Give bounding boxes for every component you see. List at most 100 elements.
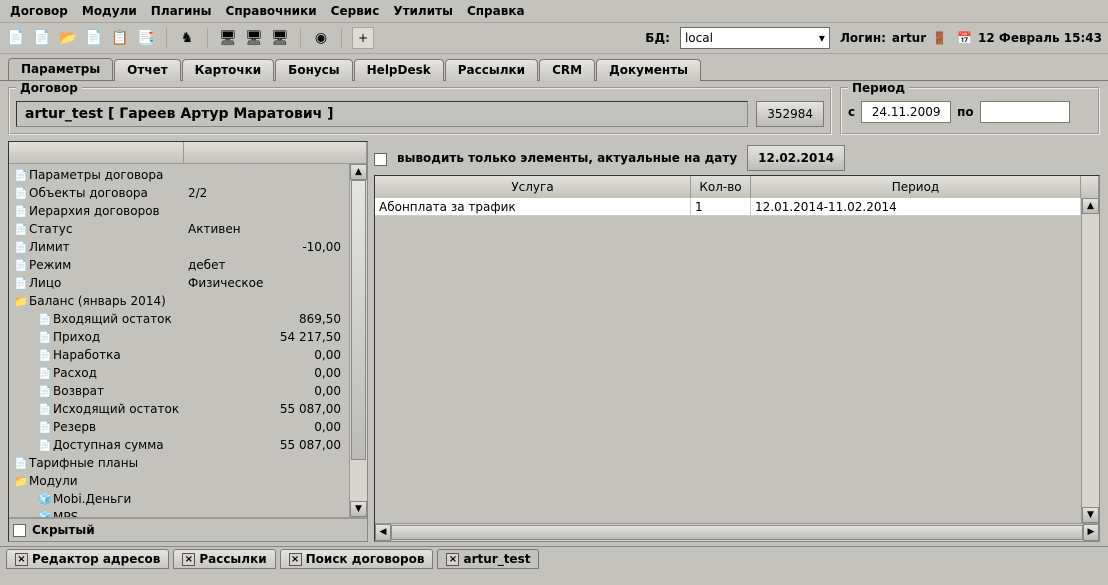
tab-bonuses[interactable]: Бонусы xyxy=(275,59,352,81)
contract-id-button[interactable]: 352984 xyxy=(756,101,824,127)
tree-node-icon: 📄 xyxy=(13,205,29,218)
menu-item[interactable]: Утилиты xyxy=(393,4,453,18)
grid-horizontal-scrollbar[interactable]: ◀ ▶ xyxy=(375,523,1099,541)
filter-checkbox[interactable] xyxy=(374,153,387,166)
grid-vertical-scrollbar[interactable]: ▲ ▼ xyxy=(1081,198,1099,523)
tree-node-icon: 📄 xyxy=(37,331,53,344)
tree-row[interactable]: 📄Наработка0,00 xyxy=(9,346,349,364)
tree-row[interactable]: 📄Параметры договора xyxy=(9,166,349,184)
period-from-input[interactable] xyxy=(861,101,951,123)
tree-row[interactable]: 📄Тарифные планы xyxy=(9,454,349,472)
grid-header-period[interactable]: Период xyxy=(751,176,1081,198)
tree-row[interactable]: 📄Иерархия договоров xyxy=(9,202,349,220)
tree-node-label: Доступная сумма xyxy=(53,438,184,452)
bottom-tab-artur[interactable]: × artur_test xyxy=(437,549,539,569)
menu-item[interactable]: Справочники xyxy=(226,4,317,18)
tab-documents[interactable]: Документы xyxy=(596,59,701,81)
menu-item[interactable]: Модули xyxy=(82,4,137,18)
add-button[interactable]: + xyxy=(352,27,374,49)
grid-row[interactable]: Абонплата за трафик 1 12.01.2014-11.02.2… xyxy=(375,198,1081,216)
tab-crm[interactable]: CRM xyxy=(539,59,595,81)
tree-row[interactable]: 📄СтатусАктивен xyxy=(9,220,349,238)
file-icon[interactable]: 📄 xyxy=(84,28,104,48)
bottom-tab-search[interactable]: × Поиск договоров xyxy=(280,549,434,569)
grid-cell-service: Абонплата за трафик xyxy=(375,198,691,216)
toolbar: 📄 📄 📂 📄 📋 📑 ♞ 🖥 🖥 🖥 ◉ + БД: local ▾ Логи… xyxy=(0,23,1108,54)
tree-row[interactable]: 📄Приход54 217,50 xyxy=(9,328,349,346)
scroll-thumb[interactable] xyxy=(351,180,366,460)
tab-report[interactable]: Отчет xyxy=(114,59,181,81)
tree-row[interactable]: 🧊Mobi.Деньги xyxy=(9,490,349,508)
tab-cards[interactable]: Карточки xyxy=(182,59,275,81)
tab-parameters[interactable]: Параметры xyxy=(8,58,113,80)
monitor-green-icon[interactable]: 🖥 xyxy=(244,28,264,48)
exit-icon[interactable]: 🚪 xyxy=(932,31,947,45)
menu-item[interactable]: Договор xyxy=(10,4,68,18)
files-icon[interactable]: 📑 xyxy=(136,28,156,48)
scroll-up-icon[interactable]: ▲ xyxy=(1082,198,1099,214)
bottom-tab-mailings[interactable]: × Рассылки xyxy=(173,549,275,569)
tree-row[interactable]: 📁Модули xyxy=(9,472,349,490)
tab-mail[interactable]: Рассылки xyxy=(445,59,538,81)
menu-item[interactable]: Плагины xyxy=(151,4,212,18)
grid-header-scroll xyxy=(1081,176,1099,198)
tree-row[interactable]: 📄ЛицоФизическое xyxy=(9,274,349,292)
tree-node-value: 55 087,00 xyxy=(184,438,345,452)
tree-row[interactable]: 📄Лимит-10,00 xyxy=(9,238,349,256)
contract-title[interactable]: artur_test [ Гареев Артур Маратович ] xyxy=(16,101,748,127)
tree-row[interactable]: 📄Объекты договора2/2 xyxy=(9,184,349,202)
close-icon[interactable]: × xyxy=(15,553,28,566)
tab-helpdesk[interactable]: HelpDesk xyxy=(354,59,444,81)
tree-node-value: 2/2 xyxy=(184,186,345,200)
scroll-right-icon[interactable]: ▶ xyxy=(1083,524,1099,541)
chevron-down-icon: ▾ xyxy=(819,31,825,45)
filter-date-button[interactable]: 12.02.2014 xyxy=(747,145,845,171)
tree-row[interactable]: 📄Расход0,00 xyxy=(9,364,349,382)
tree-node-label: Объекты договора xyxy=(29,186,184,200)
tree-row[interactable]: 📄Режимдебет xyxy=(9,256,349,274)
period-to-input[interactable] xyxy=(980,101,1070,123)
tree-node-icon: 📄 xyxy=(37,313,53,326)
copy-icon[interactable]: 📋 xyxy=(110,28,130,48)
grid-header-service[interactable]: Услуга xyxy=(375,176,691,198)
menu-item[interactable]: Сервис xyxy=(331,4,380,18)
tree-row[interactable]: 📄Входящий остаток869,50 xyxy=(9,310,349,328)
db-select[interactable]: local ▾ xyxy=(680,27,830,49)
folder-icon[interactable]: 📂 xyxy=(58,28,78,48)
tree-node-value: 869,50 xyxy=(184,312,345,326)
bottom-tab-addresses[interactable]: × Редактор адресов xyxy=(6,549,169,569)
scroll-up-icon[interactable]: ▲ xyxy=(350,164,367,180)
tree-panel: 📄Параметры договора📄Объекты договора2/2📄… xyxy=(8,141,368,542)
refresh-icon[interactable]: ◉ xyxy=(311,28,331,48)
scroll-down-icon[interactable]: ▼ xyxy=(350,501,367,517)
monitor-red-icon[interactable]: 🖥 xyxy=(270,28,290,48)
tree-row[interactable]: 🧊MPS xyxy=(9,508,349,518)
menu-item[interactable]: Справка xyxy=(467,4,525,18)
calendar-icon: 📅 xyxy=(957,31,972,45)
scroll-down-icon[interactable]: ▼ xyxy=(1082,507,1099,523)
tree-node-icon: 📄 xyxy=(13,169,29,182)
tree-row[interactable]: 📄Доступная сумма55 087,00 xyxy=(9,436,349,454)
monitor-blue-icon[interactable]: 🖥 xyxy=(218,28,238,48)
scroll-thumb[interactable] xyxy=(391,525,1083,540)
file-yellow-icon[interactable]: 📄 xyxy=(6,28,26,48)
grid-header-qty[interactable]: Кол-во xyxy=(691,176,751,198)
hidden-checkbox[interactable] xyxy=(13,524,26,537)
tree-node-value: дебет xyxy=(184,258,345,272)
close-icon[interactable]: × xyxy=(182,553,195,566)
file-new-icon[interactable]: 📄 xyxy=(32,28,52,48)
scroll-left-icon[interactable]: ◀ xyxy=(375,524,391,541)
tree-header-col1[interactable] xyxy=(9,142,184,163)
hidden-label: Скрытый xyxy=(32,523,95,537)
tree-row[interactable]: 📁Баланс (январь 2014) xyxy=(9,292,349,310)
close-icon[interactable]: × xyxy=(446,553,459,566)
tree-node-label: Тарифные планы xyxy=(29,456,184,470)
tree-node-value: 0,00 xyxy=(184,366,345,380)
tree-header-col2[interactable] xyxy=(184,142,367,163)
close-icon[interactable]: × xyxy=(289,553,302,566)
stack-icon[interactable]: ♞ xyxy=(177,28,197,48)
tree-row[interactable]: 📄Возврат0,00 xyxy=(9,382,349,400)
vertical-scrollbar[interactable]: ▲ ▼ xyxy=(349,164,367,517)
tree-row[interactable]: 📄Резерв0,00 xyxy=(9,418,349,436)
tree-row[interactable]: 📄Исходящий остаток55 087,00 xyxy=(9,400,349,418)
